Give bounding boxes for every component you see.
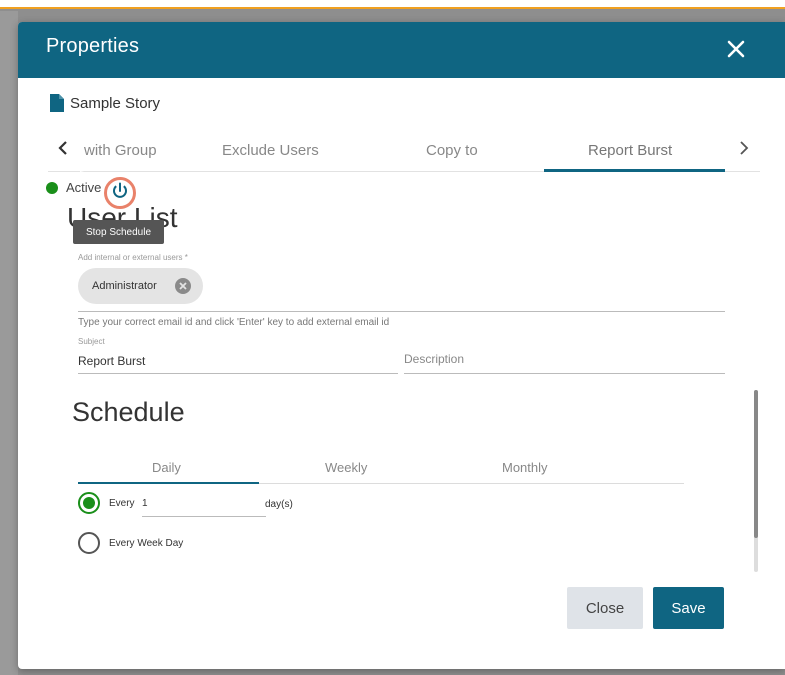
every-label: Every bbox=[109, 497, 135, 509]
top-strip bbox=[0, 0, 785, 9]
tab-weekly[interactable]: Weekly bbox=[325, 450, 367, 484]
every-week-day-label: Every Week Day bbox=[109, 537, 184, 549]
dialog-title: Properties bbox=[46, 35, 140, 57]
stop-schedule-tooltip: Stop Schedule bbox=[73, 220, 164, 244]
status-dot bbox=[46, 181, 58, 194]
users-input[interactable]: Administrator bbox=[78, 266, 725, 312]
tab-daily[interactable]: Daily bbox=[152, 450, 181, 484]
active-tab-indicator bbox=[544, 169, 725, 172]
days-unit-label: day(s) bbox=[265, 499, 293, 510]
tab-report-burst[interactable]: Report Burst bbox=[588, 128, 672, 172]
scrollbar-thumb[interactable] bbox=[754, 390, 758, 538]
tabs-prev-icon[interactable] bbox=[56, 138, 72, 158]
tab-share-with-group[interactable]: with Group bbox=[84, 128, 157, 172]
tab-fade bbox=[80, 128, 84, 172]
save-button[interactable]: Save bbox=[653, 587, 724, 629]
story-name: Sample Story bbox=[70, 94, 161, 112]
tab-exclude-users[interactable]: Exclude Users bbox=[222, 128, 319, 172]
document-icon bbox=[50, 94, 64, 112]
users-helper-text: Type your correct email id and click 'En… bbox=[78, 317, 390, 328]
dialog-header: Properties bbox=[18, 22, 785, 78]
close-button[interactable]: Close bbox=[567, 587, 643, 629]
tabs-next-icon[interactable] bbox=[735, 138, 751, 158]
schedule-tabs: Daily Weekly Monthly bbox=[78, 450, 684, 484]
status-label: Active bbox=[66, 180, 102, 195]
schedule-heading: Schedule bbox=[72, 397, 185, 427]
properties-tabs: with Group Exclude Users Copy to Report … bbox=[48, 128, 760, 172]
properties-dialog: Properties Sample Story with Group Exclu… bbox=[18, 22, 785, 669]
schedule-tab-indicator bbox=[78, 482, 259, 484]
user-chip-label: Administrator bbox=[92, 280, 157, 292]
users-field-label: Add internal or external users * bbox=[78, 253, 188, 262]
every-radio[interactable] bbox=[78, 492, 100, 514]
status-row: Active bbox=[46, 180, 101, 195]
subject-value[interactable]: Report Burst bbox=[78, 354, 398, 374]
story-title-row: Sample Story bbox=[50, 94, 160, 112]
user-chip: Administrator bbox=[78, 268, 203, 304]
backdrop bbox=[0, 11, 18, 675]
remove-chip-icon[interactable] bbox=[175, 278, 191, 294]
subject-label: Subject bbox=[78, 337, 105, 346]
every-radio-option[interactable]: Every bbox=[78, 492, 135, 514]
every-week-day-radio[interactable] bbox=[78, 532, 100, 554]
description-input[interactable]: Description bbox=[404, 352, 725, 374]
scrollbar[interactable] bbox=[754, 390, 758, 572]
tab-copy-to[interactable]: Copy to bbox=[426, 128, 478, 172]
every-days-input[interactable]: 1 bbox=[142, 493, 266, 517]
tab-monthly[interactable]: Monthly bbox=[502, 450, 548, 484]
close-icon[interactable] bbox=[725, 38, 747, 60]
every-week-day-option[interactable]: Every Week Day bbox=[78, 532, 183, 554]
